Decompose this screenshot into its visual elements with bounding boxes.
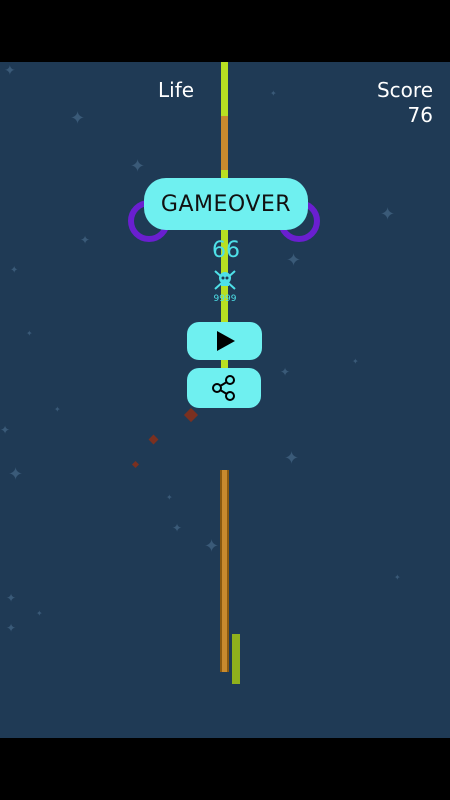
play-icon (216, 331, 235, 351)
gameover-banner: GAMEOVER (144, 178, 308, 230)
star-icon: ✦ (0, 423, 11, 437)
best-score: 9999 (213, 294, 237, 304)
star-icon: ✦ (166, 493, 173, 502)
star-icon: ✦ (280, 365, 291, 379)
star-icon: ✦ (394, 573, 401, 582)
pole-upper-green (221, 62, 228, 116)
star-icon: ✦ (130, 156, 146, 177)
skull-crossbones-icon (214, 270, 236, 290)
star-icon: ✦ (6, 621, 17, 635)
score-value: 76 (407, 103, 433, 127)
debris (148, 434, 159, 445)
star-icon: ✦ (204, 536, 220, 557)
pole-stub-green (232, 634, 240, 684)
debris (183, 407, 199, 423)
star-icon: ✦ (80, 233, 91, 247)
current-score: 66 (212, 238, 240, 263)
debris (131, 460, 140, 469)
star-icon: ✦ (36, 609, 43, 618)
pole-upper-orange (221, 116, 228, 170)
pole-lower-orange (220, 470, 229, 672)
game-screen: ✦ ✦ ✦ ✦ ✦ ✦ ✦ ✦ ✦ ✦ ✦ ✦ ✦ ✦ ✦ ✦ ✦ ✦ ✦ ✦ … (0, 62, 450, 738)
star-icon: ✦ (6, 591, 17, 605)
star-icon: ✦ (270, 89, 277, 98)
star-icon: ✦ (4, 63, 16, 79)
star-icon: ✦ (10, 265, 19, 276)
star-icon: ✦ (284, 448, 300, 469)
star-icon: ✦ (70, 108, 86, 129)
gameover-title: GAMEOVER (160, 191, 292, 217)
share-button[interactable] (187, 368, 261, 408)
score-label: Score (376, 78, 433, 102)
star-icon: ✦ (54, 405, 61, 414)
star-icon: ✦ (26, 329, 33, 338)
star-icon: ✦ (172, 521, 183, 535)
life-label: Life (158, 78, 195, 102)
star-icon: ✦ (8, 464, 24, 485)
star-icon: ✦ (380, 204, 396, 225)
share-icon (212, 375, 235, 401)
star-icon: ✦ (286, 250, 302, 271)
play-button[interactable] (187, 322, 262, 360)
star-icon: ✦ (352, 357, 359, 366)
